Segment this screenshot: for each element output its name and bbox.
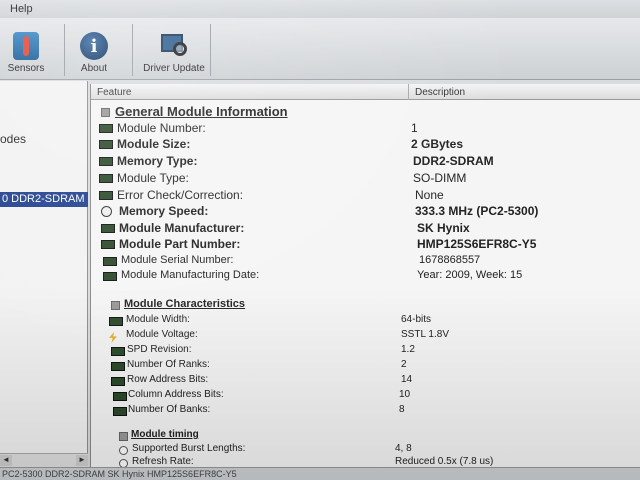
row-label: Module Width:: [126, 314, 190, 325]
memory-chip-icon: [113, 407, 127, 416]
section-icon: [111, 301, 120, 310]
device-tree: odes 0 DDR2-SDRAM S ◄ ►: [0, 81, 88, 480]
memory-chip-icon: [99, 140, 113, 149]
row-value: 1: [411, 121, 418, 135]
timing-icon: [119, 446, 128, 455]
row-value: SO-DIMM: [413, 171, 467, 185]
row-label: Memory Speed:: [119, 204, 209, 218]
row-label: Column Address Bits:: [128, 389, 224, 400]
row-value: 333.3 MHz (PC2-5300): [415, 204, 539, 218]
row-value: 8: [399, 404, 405, 415]
row-value: SK Hynix: [417, 221, 470, 235]
toolbar-separator: [132, 24, 133, 76]
column-header-feature[interactable]: Feature: [91, 84, 409, 100]
memory-chip-icon: [101, 224, 115, 233]
row-label: Module Manufacturing Date:: [121, 269, 260, 281]
screen: Help Sensors i About Driver Update odes …: [0, 0, 640, 480]
memory-chip-icon: [113, 392, 127, 401]
row-label: Module Serial Number:: [121, 254, 234, 266]
status-bar: PC2-5300 DDR2-SDRAM SK Hynix HMP125S6EFR…: [0, 467, 640, 480]
section-icon: [101, 108, 110, 117]
row-label: Supported Burst Lengths:: [132, 443, 246, 454]
row-label: Module Type:: [117, 171, 189, 185]
row-label: Number Of Banks:: [128, 404, 211, 415]
sensors-button[interactable]: Sensors: [4, 22, 48, 78]
row-label: Module Manufacturer:: [119, 221, 245, 235]
row-value: 2: [401, 359, 407, 370]
row-label: Error Check/Correction:: [117, 188, 244, 202]
info-icon: i: [80, 32, 108, 60]
row-label: Number Of Ranks:: [127, 359, 210, 370]
row-value: Reduced 0.5x (7.8 us): [395, 456, 494, 467]
row-value: 14: [401, 374, 413, 385]
row-value: SSTL 1.8V: [401, 329, 449, 340]
toolbar: Sensors i About Driver Update: [0, 18, 640, 80]
memory-chip-icon: [103, 272, 117, 281]
memory-chip-icon: [99, 124, 113, 133]
about-button[interactable]: i About: [72, 22, 116, 78]
memory-chip-icon: [111, 377, 125, 386]
row-label: Module Voltage:: [126, 329, 198, 340]
row-label: Module Size:: [117, 137, 191, 151]
driver-update-button[interactable]: Driver Update: [138, 22, 210, 78]
row-label: Row Address Bits:: [127, 374, 209, 385]
thermometer-icon: [13, 32, 39, 60]
magnifier-monitor-icon: [159, 32, 189, 60]
memory-chip-icon: [101, 240, 115, 249]
row-label: Module Number:: [117, 121, 206, 135]
scroll-left-arrow-icon[interactable]: ◄: [0, 455, 12, 466]
row-label: SPD Revision:: [127, 344, 192, 355]
section-title: Module timing: [131, 429, 199, 440]
row-value: 2 GBytes: [411, 137, 464, 151]
memory-chip-icon: [103, 257, 117, 266]
clock-icon: [101, 206, 112, 217]
menu-help[interactable]: Help: [10, 3, 33, 15]
section-title: Module Characteristics: [124, 298, 246, 310]
horizontal-scrollbar[interactable]: ◄ ►: [0, 453, 88, 467]
row-value: 10: [399, 389, 411, 400]
tree-item-selected[interactable]: 0 DDR2-SDRAM S: [0, 192, 88, 207]
row-value: 4, 8: [395, 443, 412, 454]
details-pane: Feature Description General Module Infor…: [90, 84, 640, 468]
row-label: Refresh Rate:: [132, 456, 194, 467]
memory-chip-icon: [111, 362, 125, 371]
row-label: Memory Type:: [117, 154, 198, 168]
toolbar-separator: [210, 24, 211, 76]
menubar: Help: [0, 0, 640, 18]
section-title: General Module Information: [115, 104, 288, 119]
driver-update-label: Driver Update: [143, 63, 205, 74]
toolbar-separator: [64, 24, 65, 76]
section-icon: [119, 432, 128, 441]
row-value: HMP125S6EFR8C-Y5: [417, 237, 537, 251]
memory-chip-icon: [99, 157, 113, 166]
scroll-right-arrow-icon[interactable]: ►: [76, 455, 88, 466]
table-header: Feature Description: [91, 84, 640, 100]
voltage-icon: [109, 332, 117, 343]
row-value: None: [415, 188, 444, 202]
tree-item-partial[interactable]: odes: [0, 132, 26, 146]
row-value: 1.2: [401, 344, 415, 355]
column-header-description[interactable]: Description: [409, 84, 640, 100]
memory-chip-icon: [109, 317, 123, 326]
row-value: 64-bits: [401, 314, 432, 325]
sensors-label: Sensors: [7, 63, 45, 74]
row-value: Year: 2009, Week: 15: [417, 269, 523, 281]
about-label: About: [80, 63, 108, 74]
row-value: DDR2-SDRAM: [413, 154, 494, 168]
row-label: Module Part Number:: [119, 237, 241, 251]
memory-chip-icon: [99, 174, 113, 183]
row-value: 1678868557: [419, 254, 481, 266]
memory-chip-icon: [111, 347, 125, 356]
memory-chip-icon: [99, 191, 113, 200]
